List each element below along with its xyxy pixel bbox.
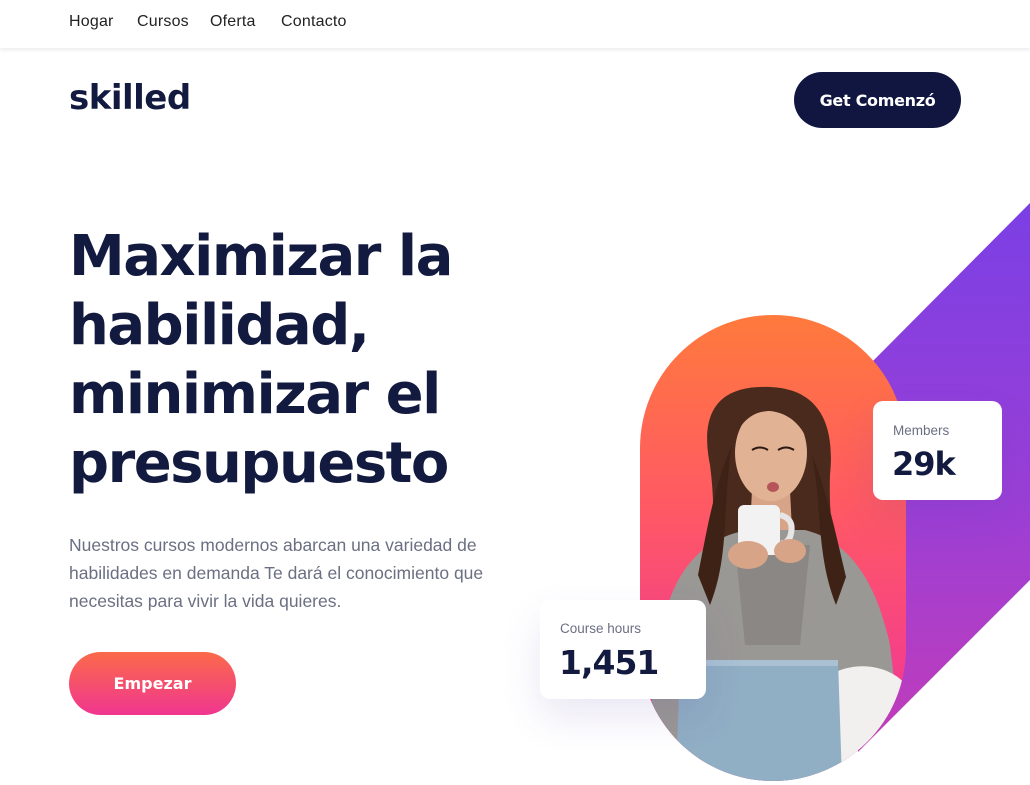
top-navigation: Hogar Cursos Oferta Contacto: [0, 0, 1030, 48]
nav-item-contacto[interactable]: Contacto: [281, 13, 347, 31]
nav-item-cursos[interactable]: Cursos: [137, 13, 189, 31]
get-started-button[interactable]: Get Comenzó: [794, 72, 961, 128]
course-hours-value: 1,451: [559, 643, 659, 682]
members-value: 29k: [892, 445, 956, 483]
members-stat-card: Members 29k: [873, 401, 1002, 500]
start-button[interactable]: Empezar: [69, 652, 236, 715]
nav-item-oferta[interactable]: Oferta: [210, 13, 256, 31]
members-label: Members: [893, 423, 950, 438]
woman-with-coffee-photo: [640, 386, 906, 781]
brand-logo[interactable]: skilled: [69, 78, 191, 118]
nav-item-hogar[interactable]: Hogar: [69, 13, 114, 31]
hero-title: Maximizar la habilidad, minimizar el pre…: [69, 224, 453, 496]
course-hours-stat-card: Course hours 1,451: [540, 600, 706, 699]
hero-description: Nuestros cursos modernos abarcan una var…: [69, 535, 484, 611]
course-hours-label: Course hours: [560, 621, 642, 636]
hero-image-frame: [640, 315, 906, 781]
